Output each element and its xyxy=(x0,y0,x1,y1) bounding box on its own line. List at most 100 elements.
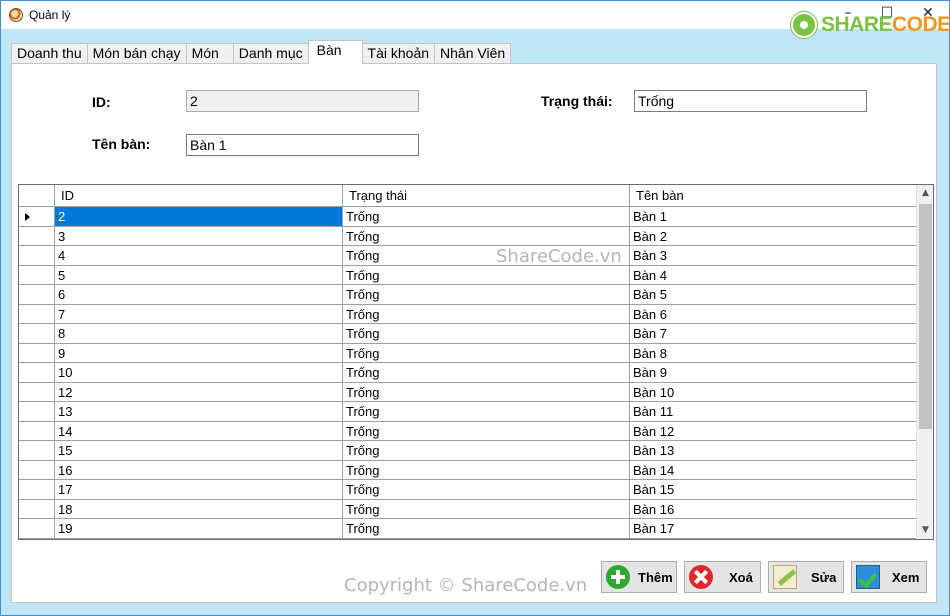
table-row[interactable]: 8 Trống Bàn 7 xyxy=(19,324,917,344)
cell-id[interactable]: 14 xyxy=(55,421,343,440)
id-field[interactable]: 2 xyxy=(186,90,419,112)
table-row[interactable]: 18 Trống Bàn 16 xyxy=(19,499,917,519)
cell-name[interactable]: Bàn 1 xyxy=(630,207,917,226)
cell-id[interactable]: 9 xyxy=(55,343,343,362)
delete-button[interactable]: Xoá xyxy=(684,561,761,593)
row-header[interactable] xyxy=(19,480,55,499)
cell-id[interactable]: 4 xyxy=(55,246,343,265)
cell-status[interactable]: Trống xyxy=(343,382,630,401)
add-button[interactable]: Thêm xyxy=(601,561,677,593)
cell-name[interactable]: Bàn 14 xyxy=(630,460,917,479)
tab-ban[interactable]: Bàn xyxy=(307,40,363,64)
cell-status[interactable]: Trống xyxy=(343,402,630,421)
cell-name[interactable]: Bàn 15 xyxy=(630,480,917,499)
row-header[interactable] xyxy=(19,421,55,440)
tab-doanh-thu[interactable]: Doanh thu xyxy=(11,43,88,63)
cell-name[interactable]: Bàn 12 xyxy=(630,421,917,440)
table-row[interactable]: 17 Trống Bàn 15 xyxy=(19,480,917,500)
edit-button[interactable]: Sửa xyxy=(768,561,844,593)
column-header-status[interactable]: Trạng thái xyxy=(343,185,630,207)
cell-id[interactable]: 13 xyxy=(55,402,343,421)
row-header[interactable] xyxy=(19,226,55,245)
row-header[interactable] xyxy=(19,265,55,284)
status-field[interactable]: Trống xyxy=(634,90,867,112)
tab-nhan-vien[interactable]: Nhân Viên xyxy=(434,43,512,63)
cell-status[interactable]: Trống xyxy=(343,304,630,323)
tab-mon-ban-chay[interactable]: Món bán chạy xyxy=(86,43,187,63)
cell-id[interactable]: 5 xyxy=(55,265,343,284)
row-header[interactable] xyxy=(19,304,55,323)
cell-id[interactable]: 3 xyxy=(55,226,343,245)
cell-name[interactable]: Bàn 17 xyxy=(630,519,917,538)
cell-name[interactable]: Bàn 8 xyxy=(630,343,917,362)
cell-name[interactable]: Bàn 10 xyxy=(630,382,917,401)
cell-status[interactable]: Trống xyxy=(343,421,630,440)
cell-status[interactable]: Trống xyxy=(343,343,630,362)
cell-name[interactable]: Bàn 3 xyxy=(630,246,917,265)
column-header-id[interactable]: ID xyxy=(55,185,343,207)
cell-status[interactable]: Trống xyxy=(343,480,630,499)
column-header-name[interactable]: Tên bàn xyxy=(630,185,917,207)
scroll-down-icon[interactable]: ▼ xyxy=(917,522,933,539)
cell-name[interactable]: Bàn 16 xyxy=(630,499,917,518)
table-row[interactable]: 7 Trống Bàn 6 xyxy=(19,304,917,324)
row-header[interactable] xyxy=(19,519,55,538)
row-header[interactable] xyxy=(19,363,55,382)
cell-id[interactable]: 17 xyxy=(55,480,343,499)
cell-name[interactable]: Bàn 2 xyxy=(630,226,917,245)
table-row[interactable]: 9 Trống Bàn 8 xyxy=(19,343,917,363)
cell-name[interactable]: Bàn 13 xyxy=(630,441,917,460)
cell-name[interactable]: Bàn 9 xyxy=(630,363,917,382)
cell-id[interactable]: 7 xyxy=(55,304,343,323)
cell-id[interactable]: 8 xyxy=(55,324,343,343)
tab-mon[interactable]: Món xyxy=(185,43,234,63)
table-row[interactable]: 12 Trống Bàn 10 xyxy=(19,382,917,402)
cell-id[interactable]: 6 xyxy=(55,285,343,304)
cell-name[interactable]: Bàn 5 xyxy=(630,285,917,304)
cell-status[interactable]: Trống xyxy=(343,363,630,382)
scroll-thumb[interactable] xyxy=(919,204,932,429)
cell-id[interactable]: 12 xyxy=(55,382,343,401)
cell-name[interactable]: Bàn 6 xyxy=(630,304,917,323)
cell-status[interactable]: Trống xyxy=(343,226,630,245)
cell-status[interactable]: Trống xyxy=(343,324,630,343)
cell-status[interactable]: Trống xyxy=(343,460,630,479)
row-header[interactable] xyxy=(19,324,55,343)
cell-name[interactable]: Bàn 7 xyxy=(630,324,917,343)
tab-tai-khoan[interactable]: Tài khoản xyxy=(361,43,436,63)
cell-status[interactable]: Trống xyxy=(343,519,630,538)
tab-danh-muc[interactable]: Danh mục xyxy=(232,43,309,63)
row-header[interactable] xyxy=(19,207,55,226)
row-header[interactable] xyxy=(19,382,55,401)
table-row[interactable]: 15 Trống Bàn 13 xyxy=(19,441,917,461)
table-row[interactable]: 14 Trống Bàn 12 xyxy=(19,421,917,441)
vertical-scrollbar[interactable]: ▲ ▼ xyxy=(916,185,933,539)
table-name-field[interactable]: Bàn 1 xyxy=(186,134,419,156)
table-row[interactable]: 10 Trống Bàn 9 xyxy=(19,363,917,383)
row-header[interactable] xyxy=(19,343,55,362)
scroll-up-icon[interactable]: ▲ xyxy=(917,185,933,202)
row-header[interactable] xyxy=(19,402,55,421)
cell-id[interactable]: 18 xyxy=(55,499,343,518)
view-button[interactable]: Xem xyxy=(851,561,927,593)
table-row[interactable]: 6 Trống Bàn 5 xyxy=(19,285,917,305)
cell-status[interactable]: Trống xyxy=(343,265,630,284)
cell-status[interactable]: Trống xyxy=(343,441,630,460)
cell-name[interactable]: Bàn 4 xyxy=(630,265,917,284)
row-header[interactable] xyxy=(19,460,55,479)
table-row[interactable]: 13 Trống Bàn 11 xyxy=(19,402,917,422)
row-header[interactable] xyxy=(19,285,55,304)
cell-id[interactable]: 15 xyxy=(55,441,343,460)
row-header[interactable] xyxy=(19,246,55,265)
cell-id[interactable]: 16 xyxy=(55,460,343,479)
tables-grid[interactable]: ID Trạng thái Tên bàn 2 Trống Bàn 1 3 Trống B… xyxy=(18,184,934,540)
cell-status[interactable]: Trống xyxy=(343,207,630,226)
table-row[interactable]: 5 Trống Bàn 4 xyxy=(19,265,917,285)
cell-status[interactable]: Trống xyxy=(343,285,630,304)
cell-id[interactable]: 10 xyxy=(55,363,343,382)
row-header[interactable] xyxy=(19,499,55,518)
table-row[interactable]: 2 Trống Bàn 1 xyxy=(19,207,917,227)
cell-id[interactable]: 19 xyxy=(55,519,343,538)
table-row[interactable]: 19 Trống Bàn 17 xyxy=(19,519,917,539)
table-row[interactable]: 3 Trống Bàn 2 xyxy=(19,226,917,246)
